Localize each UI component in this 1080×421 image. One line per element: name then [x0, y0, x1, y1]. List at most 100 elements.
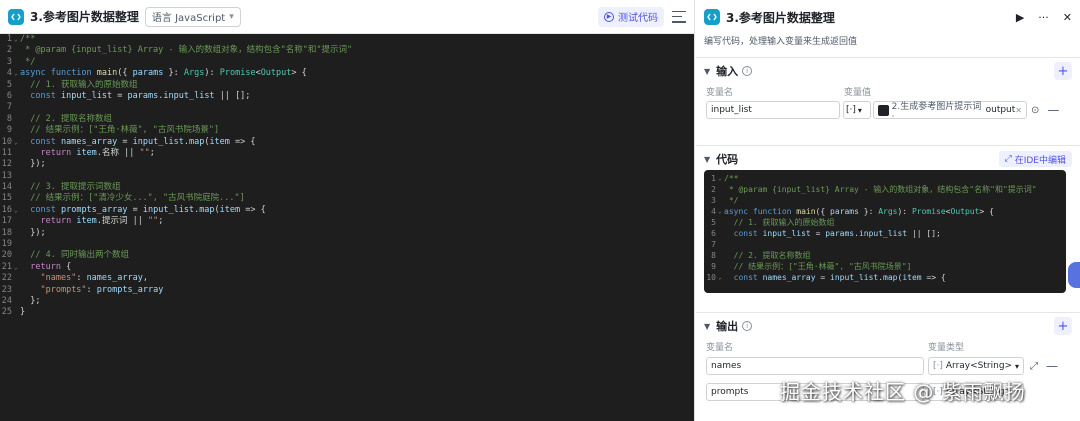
code-text: const names_array = input_list.map(item … [30, 136, 256, 147]
expand-icon[interactable]: ⤢ [1030, 361, 1038, 372]
line-number: 22 [1, 273, 12, 284]
ref-value-field[interactable]: 2.生成参考图片提示词 · output ✕ [873, 101, 1027, 122]
code-node-icon [8, 8, 24, 25]
chevron-down-icon[interactable]: ▼ [704, 155, 710, 164]
array-type-icon: [·] [933, 361, 943, 371]
close-icon[interactable]: ✕ [1063, 11, 1072, 24]
line-number: 6 [711, 229, 716, 238]
code-editor[interactable]: 1 ⌄/** 2 * @param {input_list} Array - 输入的… [0, 34, 694, 421]
watermark: 掘金技术社区 @ 紫雨飘扬 [780, 380, 1026, 404]
output-section-title: 输出 [716, 320, 739, 333]
code-text: const input_list = params.input_list || … [733, 229, 941, 238]
line-number: 2 [6, 45, 12, 56]
code-line: 16 ⌄ const prompts_array = input_list.map… [0, 205, 694, 216]
input-section: ▼ 输入 i + 变量名 变量值 input_list [·] ▾ 2.生成参考图… [696, 57, 1080, 141]
ref-type-select[interactable]: [·] ▾ [843, 101, 871, 119]
line-number: 5 [711, 218, 716, 227]
line-number: 2 [711, 185, 716, 194]
fold-chevron-icon [718, 239, 724, 250]
code-node-icon [704, 9, 720, 25]
line-number: 18 [1, 227, 12, 238]
add-output-button[interactable]: + [1054, 317, 1072, 335]
code-text: const input_list = params.input_list || … [30, 90, 251, 101]
language-label: 语言 JavaScript [151, 13, 226, 24]
line-number: 1 [711, 174, 716, 183]
clear-icon[interactable]: ✕ [1015, 106, 1022, 115]
code-text: // 结果示例：["王角·林薇", "古风书院场景"] [20, 125, 220, 136]
line-number: 23 [1, 284, 12, 295]
code-editor-panel: 3.参考图片数据整理 语言 JavaScript ▾ ▶ 测试代码 1 ⌄/** 2… [0, 0, 695, 421]
scroll-handle[interactable] [1068, 262, 1080, 288]
line-number: 4 [6, 68, 12, 79]
panel-header: 3.参考图片数据整理 ▶ ··· ✕ [696, 0, 1080, 34]
line-number: 21 [1, 261, 12, 272]
ref-output-name: output [985, 105, 1016, 115]
code-line: 25} [0, 307, 694, 318]
info-icon[interactable]: i [742, 321, 753, 331]
panel-title: 3.参考图片数据整理 [726, 10, 835, 25]
input-var-name-field[interactable]: input_list [706, 101, 840, 119]
line-number: 8 [711, 251, 716, 260]
code-text: async function main({ params }: Args): P… [724, 207, 994, 216]
edit-in-ide-button[interactable]: ⤢ 在IDE中编辑 [998, 151, 1072, 167]
code-line: 23 "prompts": prompts_array [0, 285, 694, 296]
fold-chevron-icon [14, 171, 20, 182]
code-line: 11 return item.名称 || ""; [0, 148, 694, 159]
line-number: 16 [1, 204, 12, 215]
code-text: // 3. 提取提示词数组 [20, 182, 121, 193]
code-line: 8 // 2. 提取名称数组 [0, 114, 694, 125]
editor-header: 3.参考图片数据整理 语言 JavaScript ▾ ▶ 测试代码 [0, 0, 694, 34]
code-text: return item.名称 || ""; [40, 147, 155, 158]
add-input-button[interactable]: + [1054, 62, 1072, 80]
code-text: // 结果示例：["王角·林薇", "古风书院场景"] [724, 262, 912, 271]
line-number: 10 [706, 273, 716, 282]
code-line: 9 // 结果示例：["王角·林薇", "古风书院场景"] [0, 125, 694, 136]
code-line: 20 // 4. 同时输出两个数组 [0, 250, 694, 261]
code-text: "prompts": prompts_array [40, 284, 164, 295]
code-text: const prompts_array = input_list.map(ite… [30, 204, 266, 215]
collapse-menu-icon[interactable] [672, 10, 686, 23]
code-text: // 4. 同时输出两个数组 [20, 250, 129, 261]
line-number: 11 [1, 147, 12, 158]
chevron-down-icon[interactable]: ▼ [704, 322, 710, 331]
language-select[interactable]: 语言 JavaScript ▾ [144, 6, 241, 27]
chevron-down-icon: ▾ [229, 11, 234, 22]
settings-circle-icon[interactable]: ⊙ [1031, 105, 1039, 116]
code-text: // 1. 获取输入的原始数组 [20, 79, 138, 90]
code-section: ▼ 代码 ⤢ 在IDE中编辑 1 ⌄/** 2 * @param {input_li… [696, 145, 1080, 305]
chevron-down-icon: ▾ [1014, 361, 1019, 371]
code-text: return { [30, 261, 72, 272]
code-text: }; [30, 295, 41, 306]
chevron-down-icon[interactable]: ▼ [704, 67, 710, 76]
code-line: 2 * @param {input_list} Array - 输入的数组对象，… [704, 184, 1066, 195]
editor-title: 3.参考图片数据整理 [30, 10, 139, 24]
code-text: }); [30, 159, 46, 170]
chevron-down-icon: ▾ [857, 105, 862, 115]
line-number: 4 [711, 207, 716, 216]
run-icon[interactable]: ▶ [1016, 11, 1024, 24]
code-line: 6 const input_list = params.input_list |… [0, 91, 694, 102]
ref-node-name: 2.生成参考图片提示词 · [891, 101, 982, 122]
play-icon: ▶ [604, 11, 614, 22]
more-icon[interactable]: ··· [1038, 11, 1049, 24]
code-line: 10 ⌄ const names_array = input_list.map(i… [0, 137, 694, 148]
code-line: 3 */ [704, 195, 1066, 206]
output-var-name-field[interactable]: names [706, 357, 924, 375]
test-code-label: 测试代码 [618, 13, 658, 24]
code-line: 22 "names": names_array, [0, 273, 694, 284]
code-text: // 结果示例：["清冷少女...", "古风书院庭院..."] [20, 193, 245, 204]
remove-output-button[interactable]: — [1046, 359, 1058, 373]
line-number: 1 [6, 34, 12, 44]
code-line: 7 [704, 239, 1066, 250]
remove-input-button[interactable]: — [1047, 103, 1059, 117]
info-icon[interactable]: i [742, 66, 753, 76]
output-type-select[interactable]: [·] Array<String> ▾ [928, 357, 1024, 375]
test-code-button[interactable]: ▶ 测试代码 [598, 6, 664, 27]
line-number: 13 [1, 170, 12, 181]
line-number: 15 [1, 193, 12, 204]
code-line: 5 // 1. 获取输入的原始数组 [704, 217, 1066, 228]
code-preview[interactable]: 1 ⌄/** 2 * @param {input_list} Array - 输入的… [704, 170, 1066, 293]
code-text: /** [724, 174, 739, 183]
llm-node-icon [878, 104, 889, 116]
code-text: * @param {input_list} Array - 输入的数组对象，结构… [20, 45, 353, 56]
